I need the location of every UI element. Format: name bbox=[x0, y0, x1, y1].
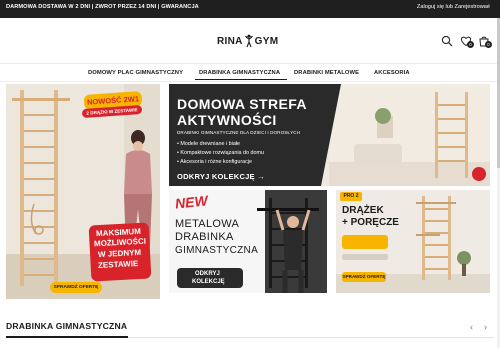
header: RINA GYM 0 0 bbox=[0, 18, 500, 64]
sprawdz-oferte-button[interactable]: SPRAWDŹ OFERTĘ bbox=[50, 282, 102, 293]
login-link[interactable]: Zaloguj się lub Zarejestrowaé bbox=[417, 4, 490, 10]
new-tag: NEW bbox=[174, 192, 209, 212]
odkryj-kolekcje-link[interactable]: ODKRYJ KOLEKCJĘ → bbox=[177, 172, 265, 181]
nav-item-akcesoria[interactable]: AKCESORIA bbox=[374, 70, 410, 76]
banner2-bullet-2-text: Kompaktowe rozwiązania do domu bbox=[180, 150, 264, 156]
main-navigation: DOMOWY PLAC GIMNASTYCZNY DRABINKA GIMNAS… bbox=[0, 64, 500, 82]
top-bar: DARMOWA DOSTAWA W 2 DNI | ZWROT PRZEZ 14… bbox=[0, 0, 500, 18]
pro2-sprawdz-oferte-button[interactable]: SPRAWDŹ OFERTĘ bbox=[342, 272, 386, 282]
banner2-bullet-1: • Modele drewniane i białe bbox=[177, 141, 241, 147]
banner3-cta-line1: ODKRYJ bbox=[195, 271, 220, 277]
banner3-cta-line2: KOLEKCJĘ bbox=[192, 279, 225, 285]
banner2-bullet-1-text: Modele drewniane i białe bbox=[180, 141, 241, 147]
gymnast-logo-icon bbox=[244, 34, 253, 48]
banner2-subtitle: DRABINKI GIMNASTYCZNE DLA DZIECI I DOROS… bbox=[177, 130, 301, 135]
banner3-line1: METALOWA bbox=[175, 218, 240, 230]
feature-badge bbox=[342, 254, 388, 260]
pro2-tag: PRO 2 bbox=[340, 192, 362, 201]
nav-item-drabinki-metalowe[interactable]: DRABINKI METALOWE bbox=[294, 70, 359, 76]
quality-seal-icon bbox=[472, 167, 486, 181]
section-underline bbox=[6, 336, 128, 338]
banner4-line2: + PORĘCZE bbox=[342, 217, 399, 228]
cart-count-badge: 0 bbox=[485, 41, 492, 48]
nav-item-domowy-plac[interactable]: DOMOWY PLAC GIMNASTYCZNY bbox=[88, 70, 183, 76]
logo-text-left: RINA bbox=[217, 35, 243, 47]
banner4-line1: DRĄŻEK bbox=[342, 205, 384, 216]
banner3-line3: GIMNASTYCZNA bbox=[175, 245, 259, 256]
banner-metalowa-drabinka[interactable]: NEW METALOWA DRABINKA GIMNASTYCZNA ODKRY… bbox=[169, 190, 327, 293]
banner-2w1[interactable]: NOWOŚĆ 2W1 2 DRĄŻKI W ZESTAWIE MAKSIMUM … bbox=[6, 84, 160, 299]
carousel-next-icon[interactable]: › bbox=[484, 322, 487, 332]
banner-domowa-strefa[interactable]: DOMOWA STREFA AKTYWNOŚCI DRABINKI GIMNAS… bbox=[169, 84, 490, 186]
banner2-bullet-3-text: Akcesoria i różne konfiguracje bbox=[180, 159, 253, 165]
nav-item-drabinka[interactable]: DRABINKA GIMNASTYCZNA bbox=[199, 70, 280, 76]
banner2-title-line2: AKTYWNOŚCI bbox=[177, 112, 277, 128]
banner2-bullet-3: • Akcesoria i różne konfiguracje bbox=[177, 159, 253, 165]
carousel-prev-icon[interactable]: ‹ bbox=[470, 322, 473, 332]
section-title: DRABINKA GIMNASTYCZNA bbox=[6, 321, 128, 331]
banner2-title-line1: DOMOWA STREFA bbox=[177, 96, 307, 112]
banner-pro2[interactable]: PRO 2 DRĄŻEK + PORĘCZE SPRAWDŹ OFERTĘ bbox=[336, 190, 490, 293]
nav-active-indicator bbox=[195, 79, 287, 80]
promo-text: DARMOWA DOSTAWA W 2 DNI | ZWROT PRZEZ 14… bbox=[6, 4, 199, 10]
feature-highlight bbox=[342, 235, 388, 249]
wishlist-count-badge: 0 bbox=[467, 41, 474, 48]
banner3-line2: DRABINKA bbox=[175, 231, 234, 243]
banner2-bullet-2: • Kompaktowe rozwiązania do domu bbox=[177, 150, 264, 156]
search-icon[interactable] bbox=[441, 35, 453, 47]
logo[interactable]: RINA GYM bbox=[217, 33, 278, 49]
logo-text-right: GYM bbox=[254, 35, 279, 47]
